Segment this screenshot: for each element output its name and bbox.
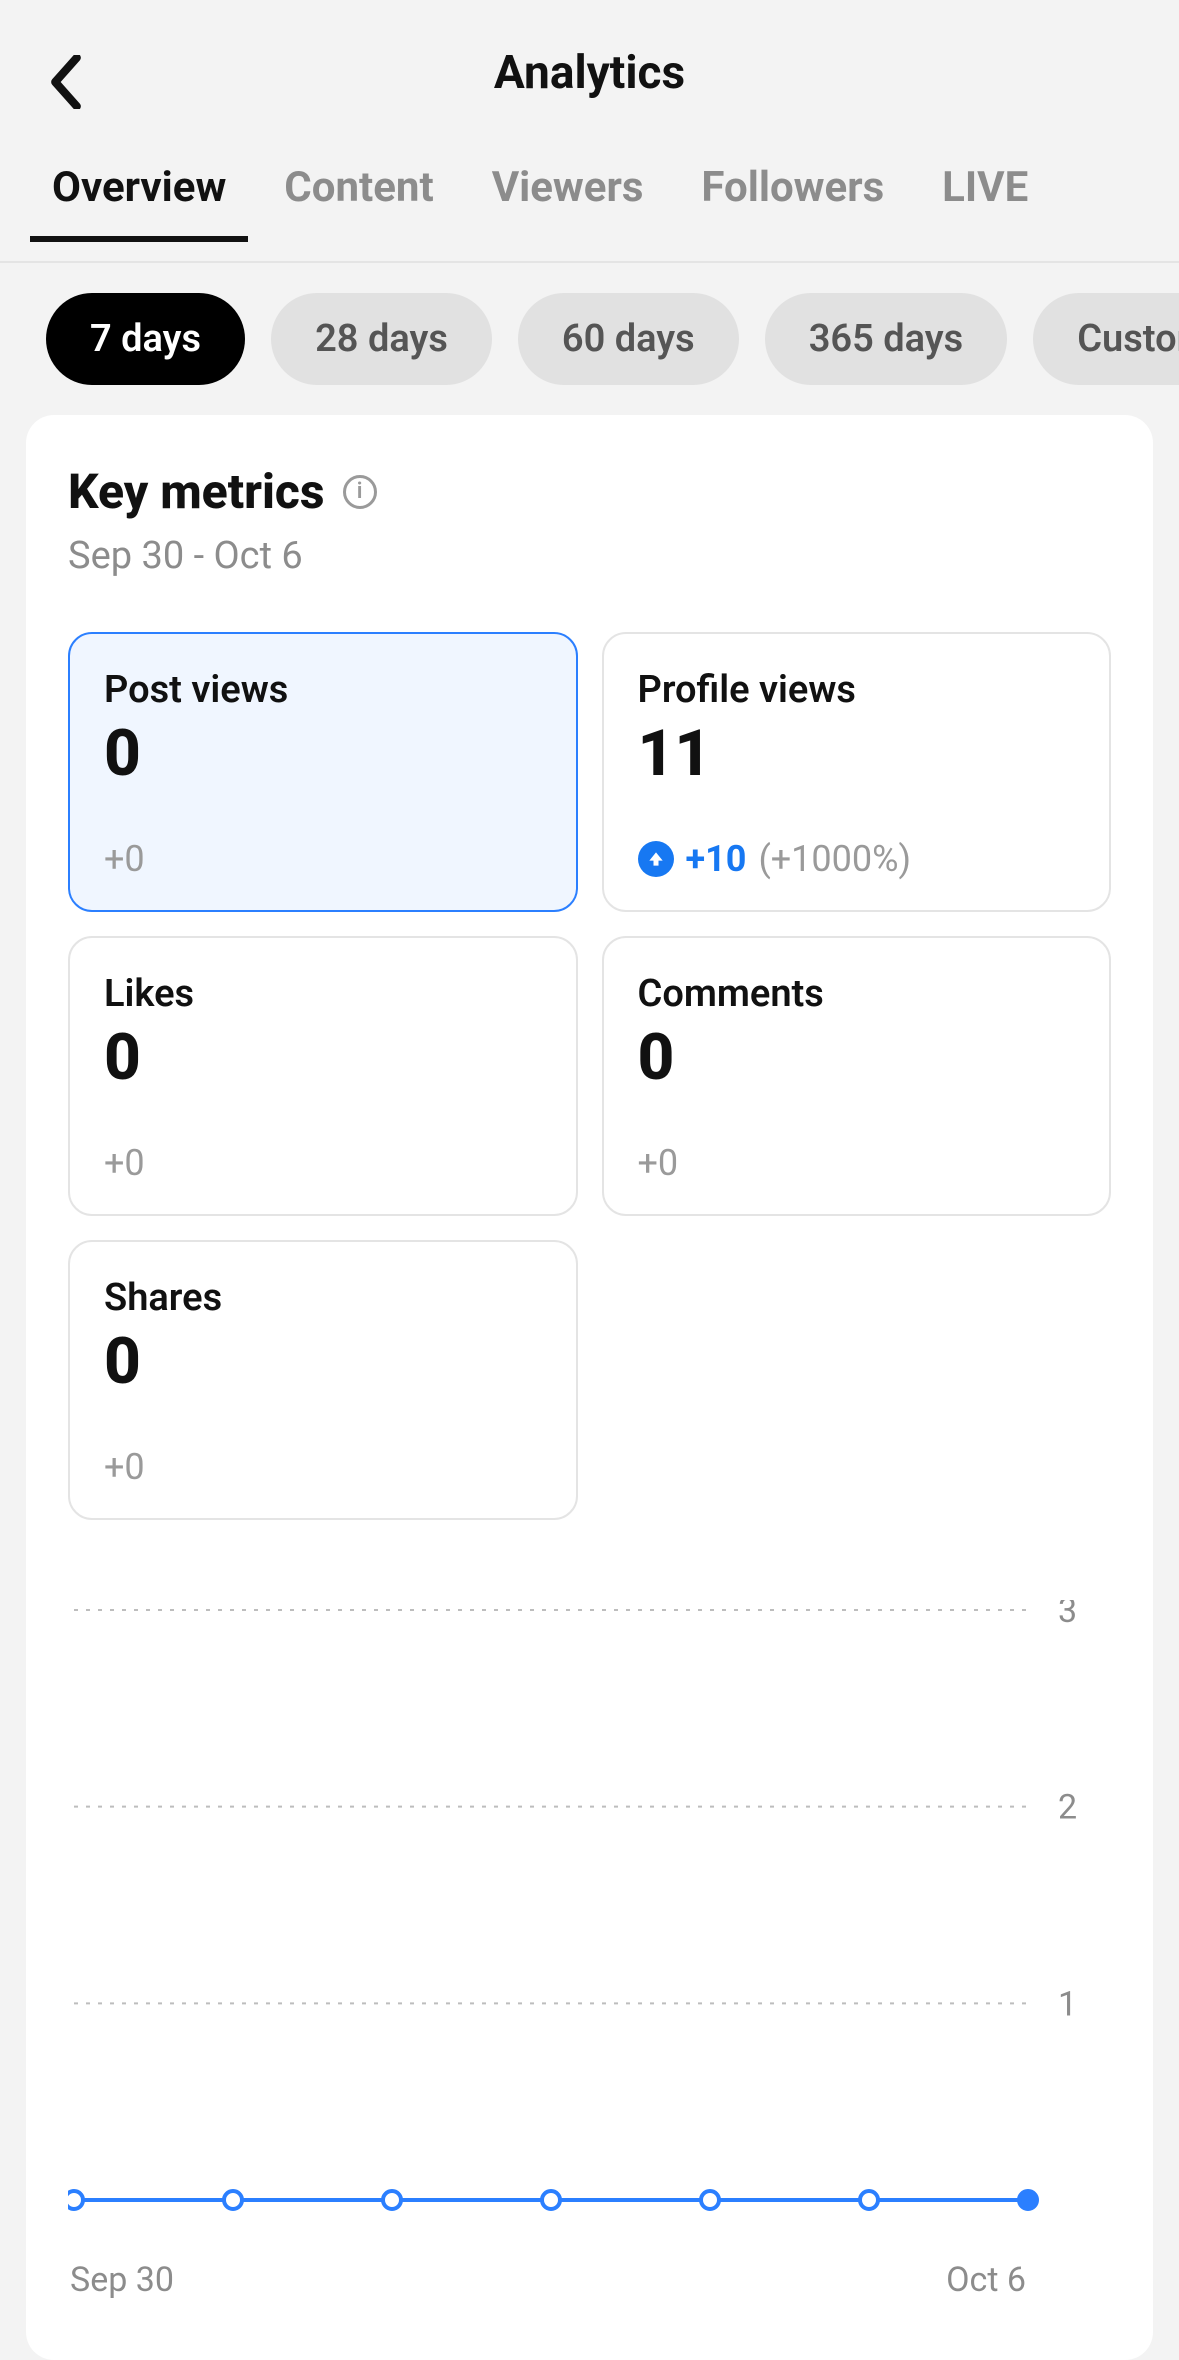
metric-delta: +0 — [104, 1118, 542, 1184]
chart: 1 2 3 Sep 30 Oct 6 — [68, 1600, 1111, 2300]
info-icon[interactable]: i — [343, 475, 377, 509]
date-range-pills: 7 days 28 days 60 days 365 days Custom — [0, 263, 1179, 415]
chart-x-end: Oct 6 — [946, 2260, 1026, 2300]
metric-value: 11 — [638, 722, 1076, 786]
metric-label: Post views — [104, 668, 542, 712]
metric-grid: Post views 0 +0 Profile views 11 +10 (+1… — [68, 632, 1111, 1520]
metric-post-views[interactable]: Post views 0 +0 — [68, 632, 578, 912]
key-metrics-title: Key metrics — [68, 463, 325, 520]
range-60-days[interactable]: 60 days — [518, 293, 739, 385]
metric-label: Likes — [104, 972, 542, 1016]
metric-profile-views[interactable]: Profile views 11 +10 (+1000%) — [602, 632, 1112, 912]
metric-delta-pct: (+1000%) — [758, 838, 911, 880]
svg-text:1: 1 — [1058, 1984, 1077, 2024]
header: Analytics — [0, 0, 1179, 145]
tab-followers[interactable]: Followers — [701, 145, 884, 242]
line-chart: 1 2 3 — [68, 1600, 1088, 2240]
metric-delta-text: +0 — [638, 1142, 679, 1184]
metric-label: Shares — [104, 1276, 542, 1320]
range-custom[interactable]: Custom — [1033, 293, 1179, 385]
metric-value: 0 — [638, 1026, 1076, 1090]
tab-content[interactable]: Content — [284, 145, 433, 242]
metric-delta-text: +0 — [104, 1446, 145, 1488]
metric-comments[interactable]: Comments 0 +0 — [602, 936, 1112, 1216]
range-28-days[interactable]: 28 days — [271, 293, 492, 385]
page-title: Analytics — [0, 46, 1179, 100]
chart-x-labels: Sep 30 Oct 6 — [68, 2260, 1028, 2300]
arrow-up-icon — [638, 841, 674, 877]
svg-text:3: 3 — [1058, 1600, 1077, 1631]
metric-delta-text: +0 — [104, 1142, 145, 1184]
key-metrics-header: Key metrics i — [68, 463, 1111, 520]
tabs: Overview Content Viewers Followers LIVE — [0, 145, 1179, 263]
range-7-days[interactable]: 7 days — [46, 293, 245, 385]
metric-delta-text: +0 — [104, 838, 145, 880]
metric-delta: +0 — [104, 1422, 542, 1488]
metric-delta: +0 — [638, 1118, 1076, 1184]
metric-delta: +0 — [104, 814, 542, 880]
chevron-left-icon — [49, 55, 83, 109]
metric-likes[interactable]: Likes 0 +0 — [68, 936, 578, 1216]
metric-delta-num: +10 — [686, 838, 747, 880]
back-button[interactable] — [36, 52, 96, 112]
metric-delta: +10 (+1000%) — [638, 814, 1076, 880]
metric-value: 0 — [104, 722, 542, 786]
tab-viewers[interactable]: Viewers — [492, 145, 644, 242]
metric-label: Profile views — [638, 668, 1076, 712]
key-metrics-daterange: Sep 30 - Oct 6 — [68, 534, 1111, 578]
key-metrics-card: Key metrics i Sep 30 - Oct 6 Post views … — [26, 415, 1153, 2360]
tab-live[interactable]: LIVE — [942, 145, 1028, 242]
metric-shares[interactable]: Shares 0 +0 — [68, 1240, 578, 1520]
chart-x-start: Sep 30 — [70, 2260, 174, 2300]
range-365-days[interactable]: 365 days — [765, 293, 1008, 385]
metric-value: 0 — [104, 1026, 542, 1090]
tab-overview[interactable]: Overview — [52, 145, 226, 242]
metric-label: Comments — [638, 972, 1076, 1016]
svg-text:2: 2 — [1058, 1788, 1077, 1828]
metric-value: 0 — [104, 1330, 542, 1394]
